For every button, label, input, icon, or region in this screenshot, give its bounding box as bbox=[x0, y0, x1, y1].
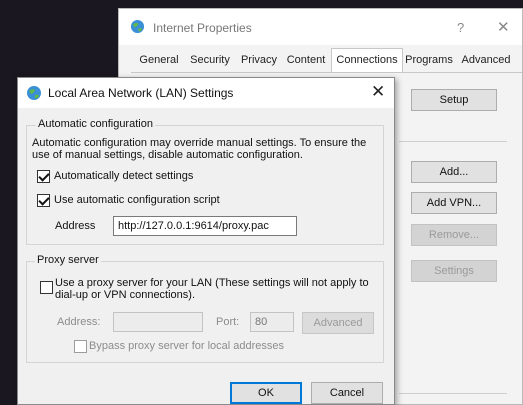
tab-content[interactable]: Content bbox=[282, 50, 330, 70]
setup-button[interactable]: Setup bbox=[411, 89, 497, 111]
advanced-button[interactable]: Advanced bbox=[302, 312, 374, 334]
port-label: Port: bbox=[216, 316, 240, 328]
bypass-local-label[interactable]: Bypass proxy server for local addresses bbox=[89, 340, 284, 352]
use-script-checkbox[interactable] bbox=[37, 194, 50, 207]
tab-programs[interactable]: Programs bbox=[403, 50, 455, 70]
remove-button[interactable]: Remove... bbox=[411, 224, 497, 246]
internet-properties-titlebar: Internet Properties ? ✕ bbox=[119, 9, 522, 45]
port-input[interactable] bbox=[250, 312, 294, 332]
script-address-input[interactable] bbox=[113, 216, 297, 236]
automatic-configuration-legend: Automatic configuration bbox=[36, 118, 155, 130]
dialog-title: Local Area Network (LAN) Settings bbox=[48, 86, 234, 100]
tab-security[interactable]: Security bbox=[185, 50, 235, 70]
auto-config-description-line2: use of manual settings, disable automati… bbox=[32, 149, 303, 161]
add-vpn-button[interactable]: Add VPN... bbox=[411, 192, 497, 214]
internet-properties-title: Internet Properties bbox=[153, 21, 252, 35]
tab-general[interactable]: General bbox=[135, 50, 183, 70]
auto-detect-checkbox[interactable] bbox=[37, 170, 50, 183]
tab-advanced[interactable]: Advanced bbox=[457, 50, 515, 70]
ok-button[interactable]: OK bbox=[230, 382, 302, 404]
tab-connections[interactable]: Connections bbox=[331, 48, 403, 72]
close-icon[interactable]: ✕ bbox=[371, 82, 385, 102]
network-globe-icon bbox=[27, 86, 41, 100]
use-script-label[interactable]: Use automatic configuration script bbox=[54, 194, 220, 206]
use-proxy-label-line2[interactable]: dial-up or VPN connections). bbox=[55, 289, 195, 301]
cancel-button[interactable]: Cancel bbox=[311, 382, 383, 404]
auto-config-description-line1: Automatic configuration may override man… bbox=[32, 137, 367, 149]
separator bbox=[399, 393, 507, 394]
close-icon[interactable]: ✕ bbox=[497, 18, 510, 36]
use-proxy-label-line1[interactable]: Use a proxy server for your LAN (These s… bbox=[55, 277, 369, 289]
lan-settings-dialog: Local Area Network (LAN) Settings ✕ Auto… bbox=[17, 77, 395, 405]
tab-strip: General Security Privacy Content Connect… bbox=[131, 48, 522, 73]
separator bbox=[399, 141, 507, 142]
internet-globe-icon bbox=[130, 19, 145, 34]
settings-button[interactable]: Settings bbox=[411, 260, 497, 282]
address-label: Address bbox=[55, 220, 96, 232]
use-proxy-checkbox[interactable] bbox=[40, 281, 53, 294]
bypass-local-checkbox[interactable] bbox=[74, 340, 87, 353]
auto-detect-label[interactable]: Automatically detect settings bbox=[54, 170, 193, 182]
proxy-address-input[interactable] bbox=[113, 312, 203, 332]
help-button[interactable]: ? bbox=[457, 20, 464, 35]
lan-settings-titlebar: Local Area Network (LAN) Settings ✕ bbox=[18, 78, 394, 108]
tab-privacy[interactable]: Privacy bbox=[237, 50, 281, 70]
proxy-server-legend: Proxy server bbox=[35, 254, 101, 266]
add-button[interactable]: Add... bbox=[411, 161, 497, 183]
proxy-address-label: Address: bbox=[57, 316, 101, 328]
